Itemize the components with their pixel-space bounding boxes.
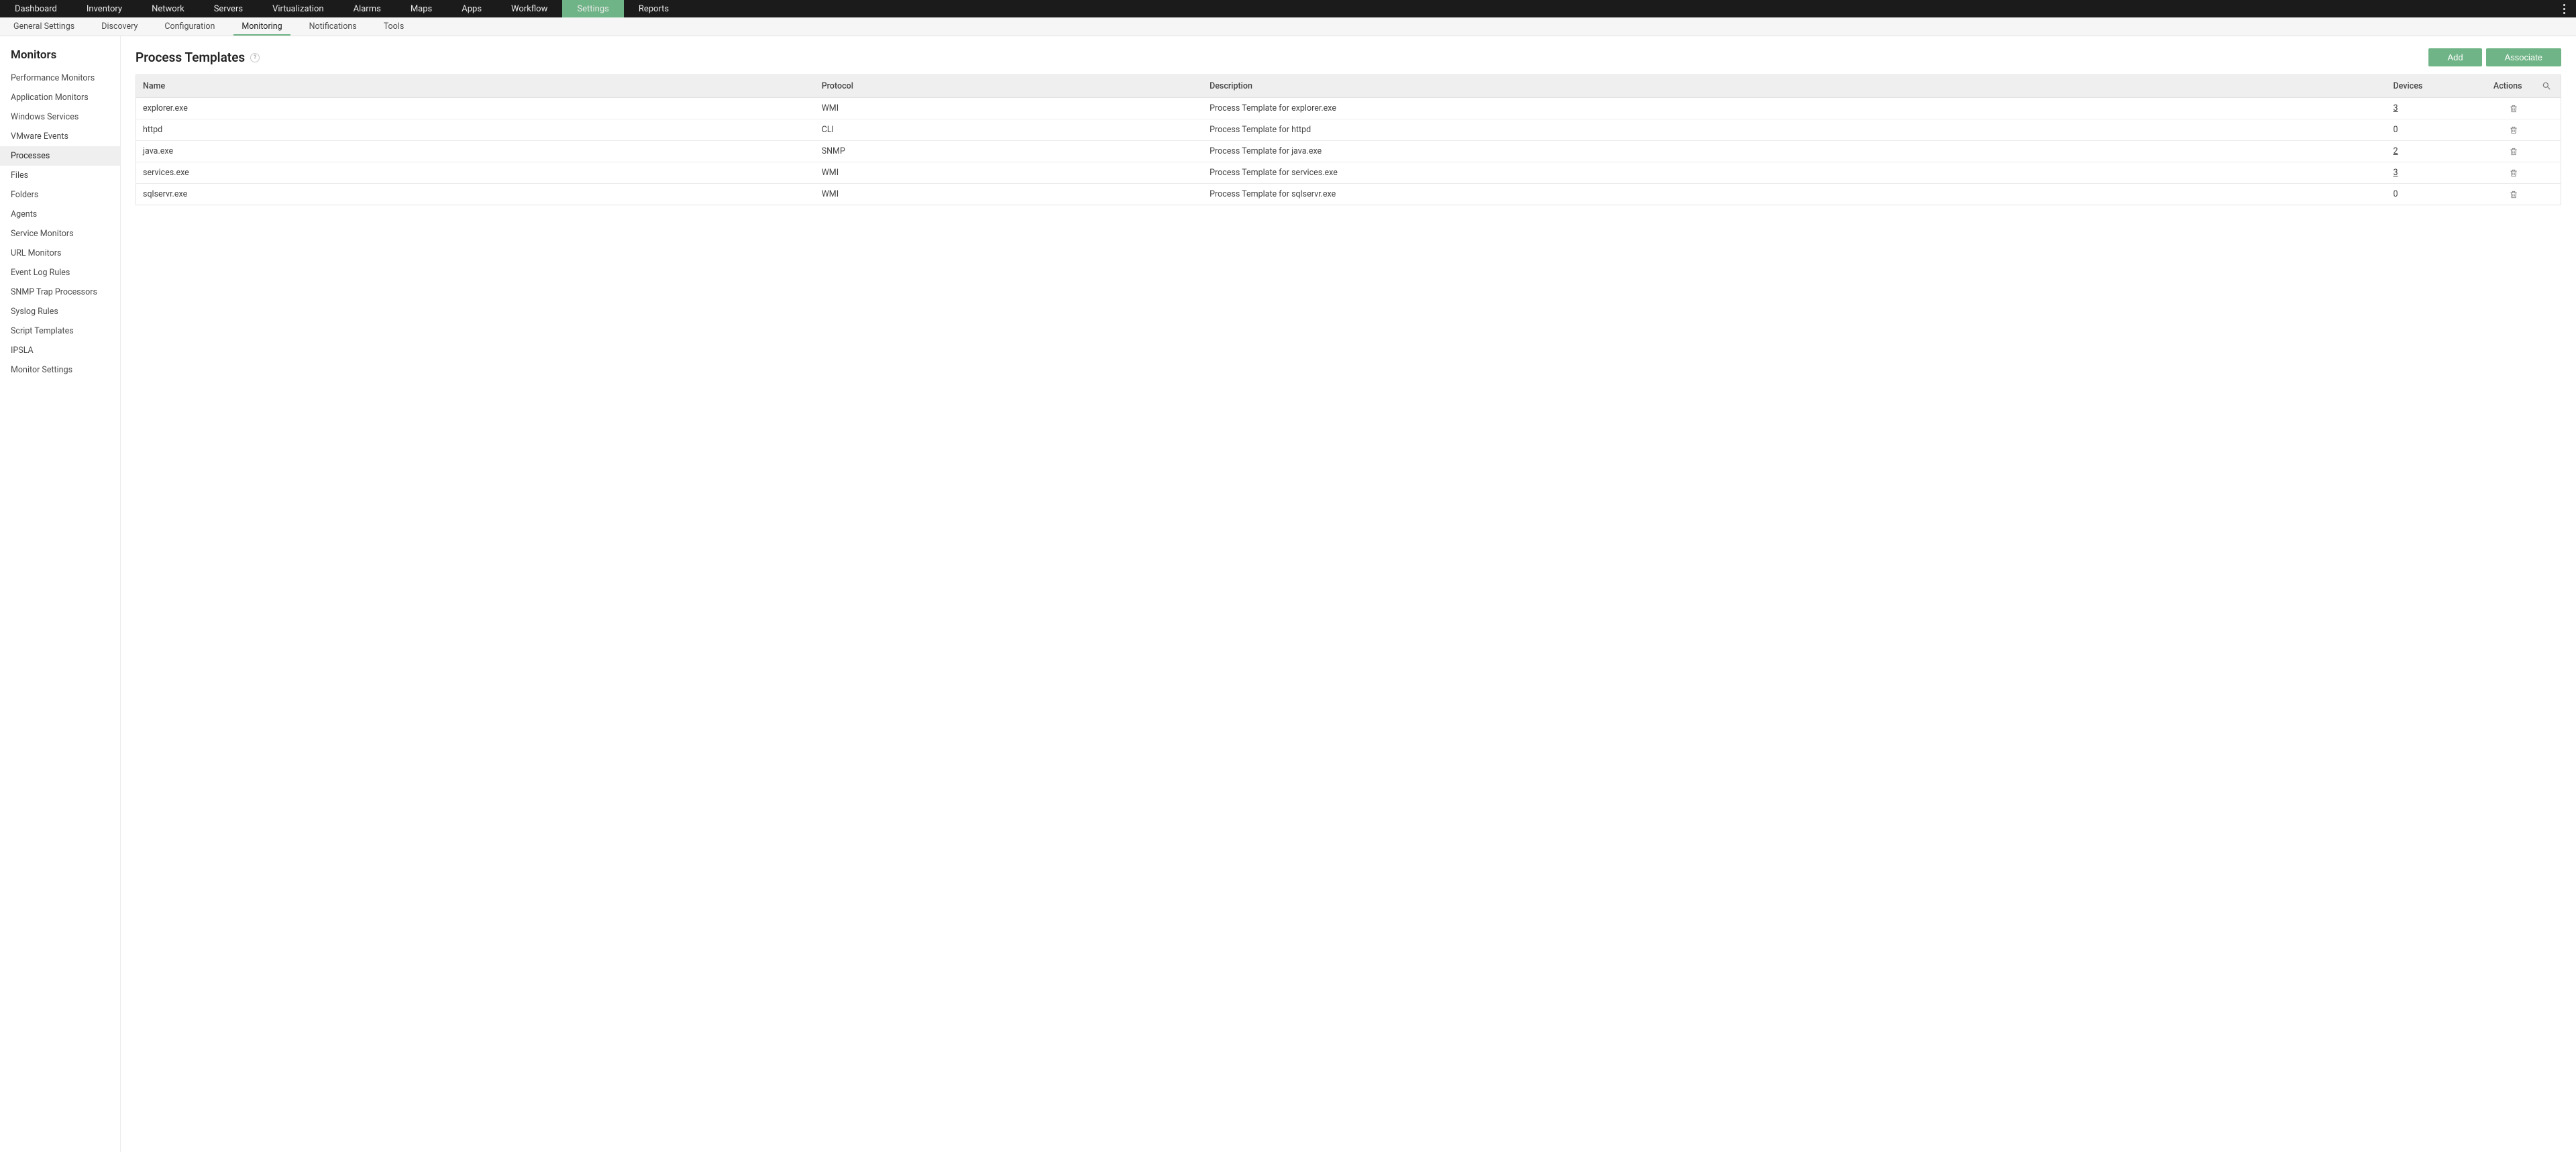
trash-icon[interactable] [2509,190,2518,199]
table-row[interactable]: explorer.exe WMI Process Template for ex… [136,98,2561,119]
col-actions-label: Actions [2493,81,2522,91]
content-area: Process Templates ? Add Associate Name P… [121,36,2576,1152]
trash-icon[interactable] [2509,147,2518,156]
nav-alarms[interactable]: Alarms [339,0,396,17]
sidebar-item-windows-services[interactable]: Windows Services [0,107,120,127]
cell-description: Process Template for services.exe [1203,162,2386,184]
cell-description: Process Template for sqlservr.exe [1203,184,2386,205]
table-row[interactable]: java.exe SNMP Process Template for java.… [136,141,2561,162]
nav-servers[interactable]: Servers [199,0,258,17]
subnav-discovery[interactable]: Discovery [88,17,151,36]
subnav-tools[interactable]: Tools [370,17,418,36]
cell-name: explorer.exe [136,98,815,119]
cell-protocol: CLI [815,119,1203,141]
help-icon[interactable]: ? [250,53,260,62]
search-icon[interactable] [2542,81,2551,91]
table-header-row: Name Protocol Description Devices Action… [136,75,2561,98]
sidebar-item-snmp-trap-processors[interactable]: SNMP Trap Processors [0,282,120,302]
add-button[interactable]: Add [2428,48,2481,66]
nav-reports[interactable]: Reports [624,0,684,17]
col-actions: Actions [2467,75,2561,98]
kebab-menu-icon[interactable] [2556,0,2572,17]
associate-button[interactable]: Associate [2486,48,2561,66]
cell-protocol: WMI [815,184,1203,205]
cell-protocol: SNMP [815,141,1203,162]
cell-description: Process Template for java.exe [1203,141,2386,162]
sidebar-item-agents[interactable]: Agents [0,205,120,224]
nav-inventory[interactable]: Inventory [72,0,137,17]
sidebar-item-files[interactable]: Files [0,166,120,185]
cell-protocol: WMI [815,162,1203,184]
sidebar-item-performance-monitors[interactable]: Performance Monitors [0,68,120,88]
col-devices[interactable]: Devices [2387,75,2467,98]
devices-link[interactable]: 3 [2394,168,2398,178]
col-name[interactable]: Name [136,75,815,98]
nav-apps[interactable]: Apps [447,0,496,17]
cell-description: Process Template for explorer.exe [1203,98,2386,119]
sidebar-item-script-templates[interactable]: Script Templates [0,321,120,341]
process-templates-table: Name Protocol Description Devices Action… [136,74,2561,205]
subnav-monitoring[interactable]: Monitoring [228,17,295,36]
sidebar-list: Performance Monitors Application Monitor… [0,68,120,380]
table-row[interactable]: services.exe WMI Process Template for se… [136,162,2561,184]
nav-dashboard[interactable]: Dashboard [0,0,72,17]
col-protocol[interactable]: Protocol [815,75,1203,98]
sidebar-title: Monitors [0,46,120,68]
cell-name: services.exe [136,162,815,184]
top-nav: Dashboard Inventory Network Servers Virt… [0,0,2576,17]
page-title: Process Templates [136,50,245,65]
devices-link[interactable]: 2 [2394,146,2398,156]
subnav-notifications[interactable]: Notifications [296,17,370,36]
cell-name: httpd [136,119,815,141]
sidebar-item-syslog-rules[interactable]: Syslog Rules [0,302,120,321]
nav-workflow[interactable]: Workflow [496,0,562,17]
page-header: Process Templates ? Add Associate [136,48,2561,66]
devices-count: 0 [2394,125,2398,135]
cell-protocol: WMI [815,98,1203,119]
sidebar-item-folders[interactable]: Folders [0,185,120,205]
sidebar-item-event-log-rules[interactable]: Event Log Rules [0,263,120,282]
devices-count: 0 [2394,189,2398,199]
sidebar-item-service-monitors[interactable]: Service Monitors [0,224,120,244]
sidebar: Monitors Performance Monitors Applicatio… [0,36,121,1152]
trash-icon[interactable] [2509,168,2518,178]
sidebar-item-monitor-settings[interactable]: Monitor Settings [0,360,120,380]
table-row[interactable]: sqlservr.exe WMI Process Template for sq… [136,184,2561,205]
subnav-general-settings[interactable]: General Settings [0,17,88,36]
nav-virtualization[interactable]: Virtualization [258,0,339,17]
nav-maps[interactable]: Maps [396,0,447,17]
col-description[interactable]: Description [1203,75,2386,98]
subnav-configuration[interactable]: Configuration [151,17,228,36]
cell-name: sqlservr.exe [136,184,815,205]
devices-link[interactable]: 3 [2394,103,2398,113]
trash-icon[interactable] [2509,104,2518,113]
sidebar-item-url-monitors[interactable]: URL Monitors [0,244,120,263]
cell-name: java.exe [136,141,815,162]
sidebar-item-processes[interactable]: Processes [0,146,120,166]
trash-icon[interactable] [2509,125,2518,135]
cell-description: Process Template for httpd [1203,119,2386,141]
sidebar-item-ipsla[interactable]: IPSLA [0,341,120,360]
sidebar-item-vmware-events[interactable]: VMware Events [0,127,120,146]
sub-nav: General Settings Discovery Configuration… [0,17,2576,36]
table-row[interactable]: httpd CLI Process Template for httpd 0 [136,119,2561,141]
nav-settings[interactable]: Settings [562,0,623,17]
nav-network[interactable]: Network [137,0,199,17]
sidebar-item-application-monitors[interactable]: Application Monitors [0,88,120,107]
